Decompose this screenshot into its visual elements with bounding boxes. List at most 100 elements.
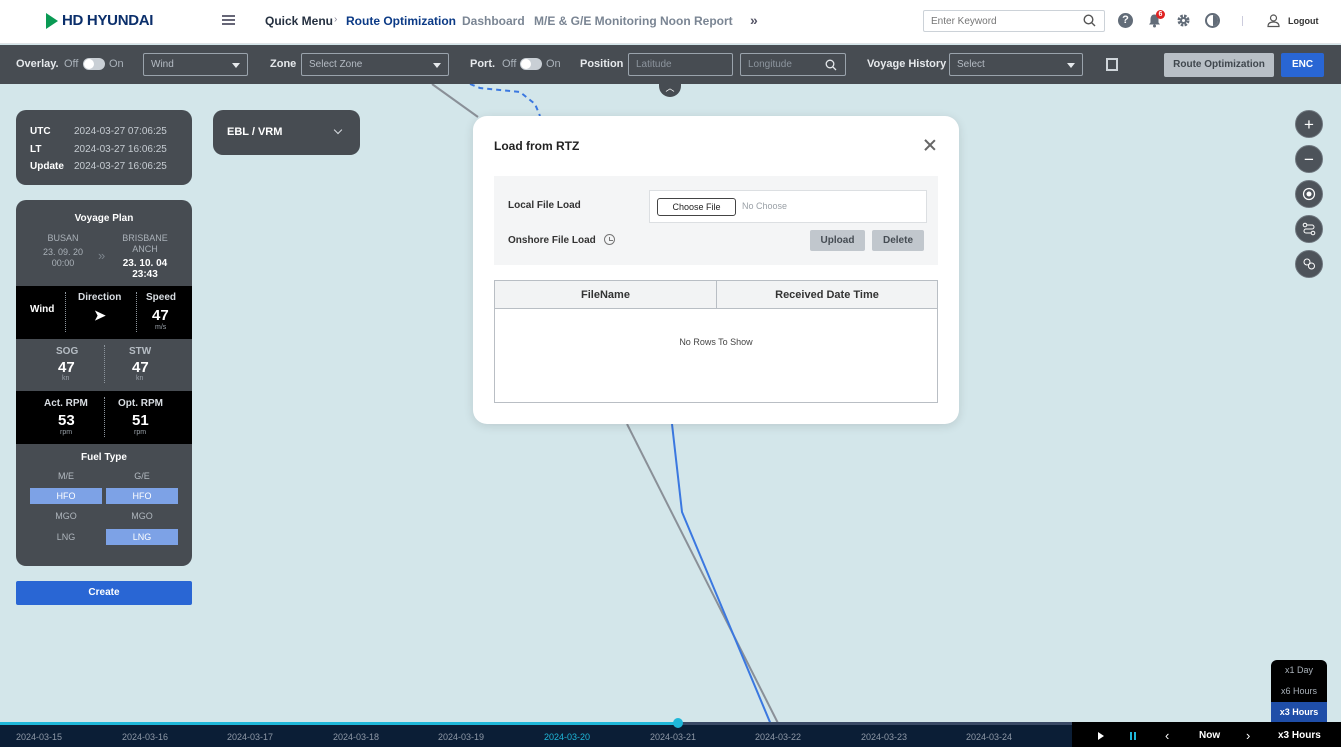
- speed-option-6hours[interactable]: x6 Hours: [1271, 681, 1327, 701]
- voyage-history-select[interactable]: Select: [949, 53, 1083, 76]
- stw-value: 47: [132, 359, 149, 376]
- ge-lng-chip[interactable]: LNG: [106, 529, 178, 545]
- previous-icon[interactable]: ‹: [1165, 728, 1169, 743]
- target-button[interactable]: [1295, 180, 1323, 208]
- next-icon[interactable]: ›: [1246, 728, 1250, 743]
- nav-dashboard[interactable]: Dashboard: [462, 14, 525, 28]
- latitude-input[interactable]: Latitude: [628, 53, 733, 76]
- help-icon[interactable]: ?: [1118, 13, 1133, 28]
- nav-quick-menu[interactable]: Quick Menu: [265, 14, 333, 28]
- update-value: 2024-03-27 16:06:25: [74, 161, 167, 173]
- timeline-date[interactable]: 2024-03-24: [966, 732, 1012, 742]
- timeline-date[interactable]: 2024-03-22: [755, 732, 801, 742]
- search-icon[interactable]: [825, 59, 837, 71]
- me-label: M/E: [57, 471, 74, 481]
- sog-unit: kn: [62, 375, 70, 382]
- departure-info: BUSAN 23. 09. 20 00:00: [30, 233, 96, 269]
- theme-contrast-icon[interactable]: [1205, 13, 1220, 28]
- user-icon[interactable]: [1266, 13, 1281, 28]
- chevron-down-icon: [433, 63, 441, 68]
- close-icon[interactable]: [923, 138, 937, 152]
- port-off-label: Off: [502, 58, 517, 70]
- port-toggle[interactable]: [520, 58, 542, 70]
- lt-label: LT: [30, 143, 42, 155]
- pause-icon[interactable]: [1130, 732, 1136, 740]
- choose-file-button[interactable]: Choose File: [657, 198, 736, 216]
- timeline-date[interactable]: 2024-03-23: [861, 732, 907, 742]
- delete-button[interactable]: Delete: [872, 230, 924, 251]
- overlay-label: Overlay.: [16, 58, 59, 70]
- divider: [136, 292, 137, 332]
- speed-toggle[interactable]: x3 Hours: [1278, 730, 1321, 741]
- speed-option-1day[interactable]: x1 Day: [1271, 660, 1327, 680]
- nav-me-ge-monitoring[interactable]: M/E & G/E Monitoring: [534, 14, 657, 28]
- sog-value: 47: [58, 359, 75, 376]
- utc-value: 2024-03-27 07:06:25: [74, 126, 167, 138]
- zoom-out-button[interactable]: −: [1295, 145, 1323, 173]
- overlay-on-label: On: [109, 58, 124, 70]
- modal-title: Load from RTZ: [494, 139, 580, 153]
- logo-mark-icon: [46, 12, 58, 29]
- timeline-track: [678, 722, 1072, 725]
- me-lng-chip[interactable]: LNG: [30, 529, 102, 545]
- me-mgo-chip[interactable]: MGO: [30, 508, 102, 524]
- stw-unit: kn: [136, 375, 144, 382]
- nav-more-icon[interactable]: »: [750, 12, 758, 28]
- weather-button[interactable]: [1295, 250, 1323, 278]
- zoom-in-button[interactable]: +: [1295, 110, 1323, 138]
- timeline-date[interactable]: 2024-03-17: [227, 732, 273, 742]
- file-input-field[interactable]: Choose File No Choose: [649, 190, 927, 223]
- wind-block: Wind Direction ➤ Speed 47 m/s: [16, 286, 192, 339]
- search-input[interactable]: [923, 10, 1105, 32]
- column-header-filename[interactable]: FileName: [495, 289, 716, 301]
- logo[interactable]: HD HYUNDAI: [46, 12, 153, 29]
- menu-icon[interactable]: [222, 15, 235, 25]
- longitude-input[interactable]: Longitude: [740, 53, 846, 76]
- ge-mgo-chip[interactable]: MGO: [106, 508, 178, 524]
- speed-option-3hours[interactable]: x3 Hours: [1271, 702, 1327, 722]
- chevron-down-icon: [232, 63, 240, 68]
- timeline-date[interactable]: 2024-03-21: [650, 732, 696, 742]
- column-header-received[interactable]: Received Date Time: [717, 289, 937, 301]
- speed-label: Speed: [146, 292, 177, 303]
- ebl-vrm-dropdown[interactable]: EBL / VRM: [213, 110, 360, 155]
- playback-controls: ‹ Now › x3 Hours: [1072, 722, 1341, 747]
- route-toggle-button[interactable]: [1295, 215, 1323, 243]
- create-button[interactable]: Create: [16, 581, 192, 605]
- route-optimization-button[interactable]: Route Optimization: [1164, 53, 1274, 77]
- gear-icon[interactable]: [1176, 13, 1191, 28]
- overlay-select[interactable]: Wind: [143, 53, 248, 76]
- zone-select[interactable]: Select Zone: [301, 53, 449, 76]
- divider: [104, 397, 105, 437]
- map-icon[interactable]: [1106, 58, 1118, 71]
- timeline-date[interactable]: 2024-03-16: [122, 732, 168, 742]
- me-hfo-chip[interactable]: HFO: [30, 488, 102, 504]
- onshore-file-label: Onshore File Load: [508, 235, 596, 246]
- nav-route-optimization[interactable]: Route Optimization: [346, 14, 456, 28]
- timeline-bar[interactable]: 2024-03-15 2024-03-16 2024-03-17 2024-03…: [0, 718, 1072, 747]
- search-icon[interactable]: [1083, 14, 1096, 27]
- play-icon[interactable]: [1098, 732, 1104, 740]
- now-button[interactable]: Now: [1199, 730, 1220, 741]
- timeline-date[interactable]: 2024-03-19: [438, 732, 484, 742]
- clock-icon[interactable]: [604, 234, 615, 245]
- overlay-toggle[interactable]: [83, 58, 105, 70]
- lt-value: 2024-03-27 16:06:25: [74, 143, 167, 155]
- logout-link[interactable]: Logout: [1288, 16, 1319, 26]
- opt-rpm-label: Opt. RPM: [118, 398, 163, 409]
- timeline-date[interactable]: 2024-03-15: [16, 732, 62, 742]
- timeline-date[interactable]: 2024-03-18: [333, 732, 379, 742]
- enc-button[interactable]: ENC: [1281, 53, 1324, 77]
- departure-time: 00:00: [51, 258, 75, 268]
- time-panel: UTC 2024-03-27 07:06:25 LT 2024-03-27 16:0…: [16, 110, 192, 185]
- upload-button[interactable]: Upload: [810, 230, 865, 251]
- nav-noon-report[interactable]: Noon Report: [660, 14, 733, 28]
- zone-label: Zone: [270, 58, 297, 70]
- logo-text: HD HYUNDAI: [62, 12, 154, 29]
- nav-separator-icon: ›: [334, 14, 338, 25]
- update-label: Update: [30, 161, 64, 173]
- ebl-vrm-label: EBL / VRM: [227, 126, 283, 138]
- ge-hfo-chip[interactable]: HFO: [106, 488, 178, 504]
- timeline-date-active[interactable]: 2024-03-20: [544, 732, 590, 742]
- timeline-handle[interactable]: [673, 718, 683, 728]
